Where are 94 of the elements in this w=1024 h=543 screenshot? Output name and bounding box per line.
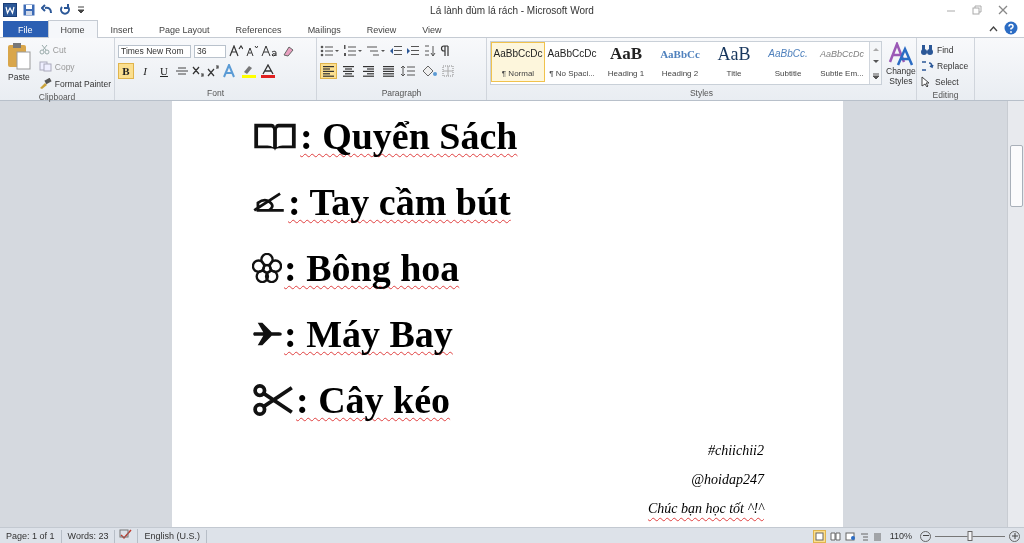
word-icon[interactable] [3,3,17,17]
editing-button[interactable]: Replace [920,58,969,73]
decrease-indent-icon[interactable] [389,45,403,57]
proofing-icon[interactable] [119,528,134,540]
ribbon-tab[interactable]: Insert [97,21,147,37]
line-spacing-icon[interactable] [400,65,418,77]
group-label: Styles [688,87,715,100]
airplane-icon [252,321,282,347]
style-option[interactable]: AaBbCcDc ¶ No Spaci... [545,42,599,82]
replace-icon [920,59,934,72]
clipboard-button[interactable]: Format Painter [38,76,111,91]
undo-icon[interactable] [41,4,53,16]
customize-icon[interactable] [77,5,85,15]
superscript-icon[interactable] [207,65,219,77]
increase-indent-icon[interactable] [406,45,420,57]
pilcrow-icon[interactable] [440,45,450,57]
binoculars-icon [920,43,934,56]
multilevel-list-icon[interactable] [366,45,386,57]
group-label: Editing [931,89,960,101]
document-line: : Tay cầm bút [288,180,511,224]
change-case-icon[interactable] [261,45,279,57]
reading-view-icon[interactable] [829,531,841,541]
signature-line: Chúc bạn học tốt ^!^ [647,500,764,518]
format-button[interactable]: I [137,63,153,79]
clear-formatting-icon[interactable] [282,45,296,57]
align-button[interactable] [320,63,337,79]
bullet-list-icon[interactable] [320,45,340,57]
paste-button[interactable]: Paste [3,42,35,91]
align-button[interactable] [380,63,397,79]
ribbon-tab[interactable]: Home [47,20,98,38]
save-icon[interactable] [23,4,35,16]
shrink-font-icon[interactable] [246,45,258,57]
document-line: : Máy Bay [284,312,453,356]
format-button[interactable]: U [156,63,172,79]
redo-icon[interactable] [59,4,71,16]
font-color-icon[interactable] [260,64,276,78]
help-icon[interactable] [1004,21,1018,35]
copy-icon [38,61,52,72]
grow-font-icon[interactable] [229,45,243,57]
scissors-icon [252,384,294,416]
signature-line: @hoidap247 [691,471,764,489]
print-layout-icon[interactable] [812,529,826,543]
style-option[interactable]: AaBbCc. Subtitle [761,42,815,82]
style-option[interactable]: AaBbCcDc ¶ Normal [491,42,545,82]
cursor-icon [920,75,932,88]
clipboard-icon [6,42,31,70]
highlighter-icon[interactable] [241,64,257,78]
language-status[interactable]: English (U.S.) [138,529,207,543]
align-button[interactable] [340,63,357,79]
ribbon-tab[interactable]: View [409,21,455,37]
signature-line: #chiichii2 [708,442,764,460]
paintbrush-icon [38,78,52,89]
word-count[interactable]: Words: 23 [61,529,116,543]
web-layout-icon[interactable] [844,531,856,541]
group-label: Clipboard [37,91,77,103]
ribbon-tab[interactable]: File [3,21,48,37]
close-icon[interactable] [998,5,1008,15]
scroll-thumb[interactable] [1009,145,1023,207]
font-name-field[interactable]: Times New Rom [118,44,191,58]
ribbon-tab[interactable]: Mailings [294,21,354,37]
ribbon-tab[interactable]: Page Layout [146,21,223,37]
shading-icon[interactable] [421,65,439,77]
style-option[interactable]: AaB Heading 1 [599,42,653,82]
sort-icon[interactable] [423,45,437,57]
window-title: Lá lành đùm lá rách - Microsoft Word [430,4,594,16]
document-line: : Bông hoa [284,246,460,290]
format-button[interactable]: B [118,63,134,79]
scissors-icon [38,44,50,55]
style-option[interactable]: AaBbCcDc Subtle Em... [815,42,869,82]
zoom-level[interactable]: 110% [889,531,912,541]
collapse-ribbon-icon[interactable] [989,24,998,32]
ribbon-tab[interactable]: Review [353,21,410,37]
editing-button[interactable]: Select [920,74,969,89]
change-styles-button[interactable]: Change Styles [886,42,916,87]
page-count[interactable]: Page: 1 of 1 [0,529,62,543]
scroll-down-icon[interactable] [872,60,879,64]
document-line: : Cây kéo [296,378,451,422]
style-option[interactable]: AaBbCc Heading 2 [653,42,707,82]
font-size-field[interactable]: 36 [194,44,226,58]
align-button[interactable] [360,63,377,79]
flower-icon [252,253,282,283]
zoom-slider-thumb[interactable] [967,530,973,541]
group-label: Font [206,87,225,100]
editing-button[interactable]: Find [920,42,969,57]
change-styles-icon [887,42,914,66]
zoom-in-icon[interactable] [1009,530,1020,542]
ribbon-tab[interactable]: References [222,21,295,37]
document-line: : Quyển Sách [300,114,518,158]
style-option[interactable]: AaB Title [707,42,761,82]
subscript-icon[interactable] [192,65,204,77]
more-icon[interactable] [872,73,879,80]
numbered-list-icon[interactable] [343,45,363,57]
group-label: Paragraph [380,87,423,100]
scrollbar[interactable] [1007,101,1024,527]
